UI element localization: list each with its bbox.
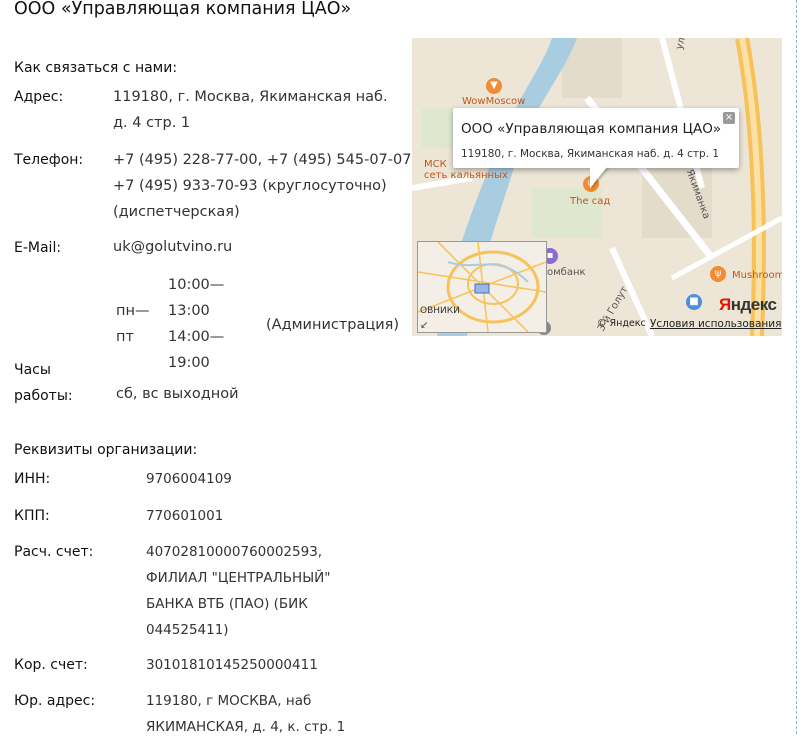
map-label-wowmoscow: WowMoscow <box>462 96 526 107</box>
bar-poi-icon[interactable]: ▼ <box>486 78 502 94</box>
address-label: Адрес: <box>14 89 64 105</box>
time-value: 14:00— <box>168 329 225 345</box>
requisites-heading: Реквизиты организации: <box>14 442 198 458</box>
account-line: 40702810000760002593, <box>146 544 323 560</box>
map-label-mushroom: Mushroom <box>732 270 782 281</box>
account-line: 044525411) <box>146 622 229 638</box>
inn-value: 9706004109 <box>146 471 232 487</box>
map-label-thesad: The сад <box>570 196 611 207</box>
email-label: E-Mail: <box>14 240 62 256</box>
account-line: БАНКА ВТБ (ПАО) (БИК <box>146 596 308 612</box>
balloon-title: ООО «Управляющая компания ЦАО» <box>461 121 722 137</box>
legal-address-line: 119180, г МОСКВА, наб <box>146 693 312 709</box>
account-line: ФИЛИАЛ "ЦЕНТРАЛЬНЫЙ" <box>146 570 331 586</box>
hours-times: 10:00— 13:00 14:00— 19:00 <box>168 272 224 376</box>
kpp-label: КПП: <box>14 508 50 524</box>
address-line: д. 4 стр. 1 <box>113 115 191 131</box>
minimap-label: ОВНИКИ <box>420 306 460 316</box>
phone-line: (диспетчерская) <box>113 204 240 220</box>
phone-line: +7 (495) 228-77-00, +7 (495) 545-07-07 <box>113 152 412 168</box>
kpp-value: 770601001 <box>146 508 224 524</box>
hours-note: (Администрация) <box>266 317 400 333</box>
hours-label-line: работы: <box>14 388 73 404</box>
page-divider <box>796 0 797 734</box>
time-value: 10:00— <box>168 277 225 293</box>
phone-label: Телефон: <box>14 152 84 168</box>
legal-address-value: 119180, г МОСКВА, наб ЯКИМАНСКАЯ, д. 4, … <box>146 688 345 740</box>
yandex-logo[interactable]: Яндекс <box>719 295 777 315</box>
balloon-tail <box>590 166 608 188</box>
map-copyright: © Яндекс <box>597 318 646 329</box>
map-balloon: ООО «Управляющая компания ЦАО» 119180, г… <box>453 108 739 168</box>
corr-account-label: Кор. счет: <box>14 657 88 673</box>
address-value: 119180, г. Москва, Якиманская наб. д. 4 … <box>113 84 388 136</box>
collapse-arrow-icon[interactable]: ↙ <box>420 320 428 331</box>
legal-address-line: ЯКИМАНСКАЯ, д. 4, к. стр. 1 <box>146 719 346 735</box>
phone-line: +7 (495) 933-70-93 (круглосуточно) <box>113 178 387 194</box>
yandex-logo-first: Я <box>719 295 731 314</box>
phone-value: +7 (495) 228-77-00, +7 (495) 545-07-07 +… <box>113 147 411 225</box>
map-label-msk: МСК <box>424 159 447 170</box>
weekend-value: сб, вс выходной <box>116 386 239 402</box>
shop-poi-icon[interactable]: ■ <box>686 294 702 310</box>
balloon-address: 119180, г. Москва, Якиманская наб. д. 4 … <box>461 148 720 160</box>
corr-account-value: 30101810145250000411 <box>146 657 318 673</box>
legal-address-label: Юр. адрес: <box>14 693 96 709</box>
yandex-map[interactable]: ▼ WowMoscow МСК сеть кальянных ψ The сад… <box>412 38 782 336</box>
yandex-logo-rest: ндекс <box>730 295 777 314</box>
map-label-hookah: сеть кальянных <box>424 170 508 181</box>
close-icon[interactable]: × <box>723 112 735 124</box>
time-value: 19:00 <box>168 355 210 371</box>
account-value: 40702810000760002593, ФИЛИАЛ "ЦЕНТРАЛЬНЫ… <box>146 539 330 643</box>
hours-label: Часы работы: <box>14 357 73 409</box>
weekday-value: пт <box>116 329 134 345</box>
email-link[interactable]: uk@golutvino.ru <box>113 234 232 260</box>
contacts-heading: Как связаться с нами: <box>14 60 178 76</box>
map-label-bank: омбанк <box>547 267 586 278</box>
account-label: Расч. счет: <box>14 544 94 560</box>
time-value: 13:00 <box>168 303 210 319</box>
minimap-tiles <box>418 242 546 332</box>
hours-weekdays: пн— пт <box>116 298 149 350</box>
inn-label: ИНН: <box>14 471 51 487</box>
hours-label-line: Часы <box>14 362 51 378</box>
weekday-value: пн— <box>116 303 150 319</box>
mushroom-poi-icon[interactable]: ψ <box>710 266 726 282</box>
address-line: 119180, г. Москва, Якиманская наб. <box>113 89 388 105</box>
terms-link[interactable]: Условия использования <box>650 318 781 330</box>
page-title: ООО «Управляющая компания ЦАО» <box>14 0 352 19</box>
minimap[interactable]: ОВНИКИ ↙ <box>417 241 547 333</box>
